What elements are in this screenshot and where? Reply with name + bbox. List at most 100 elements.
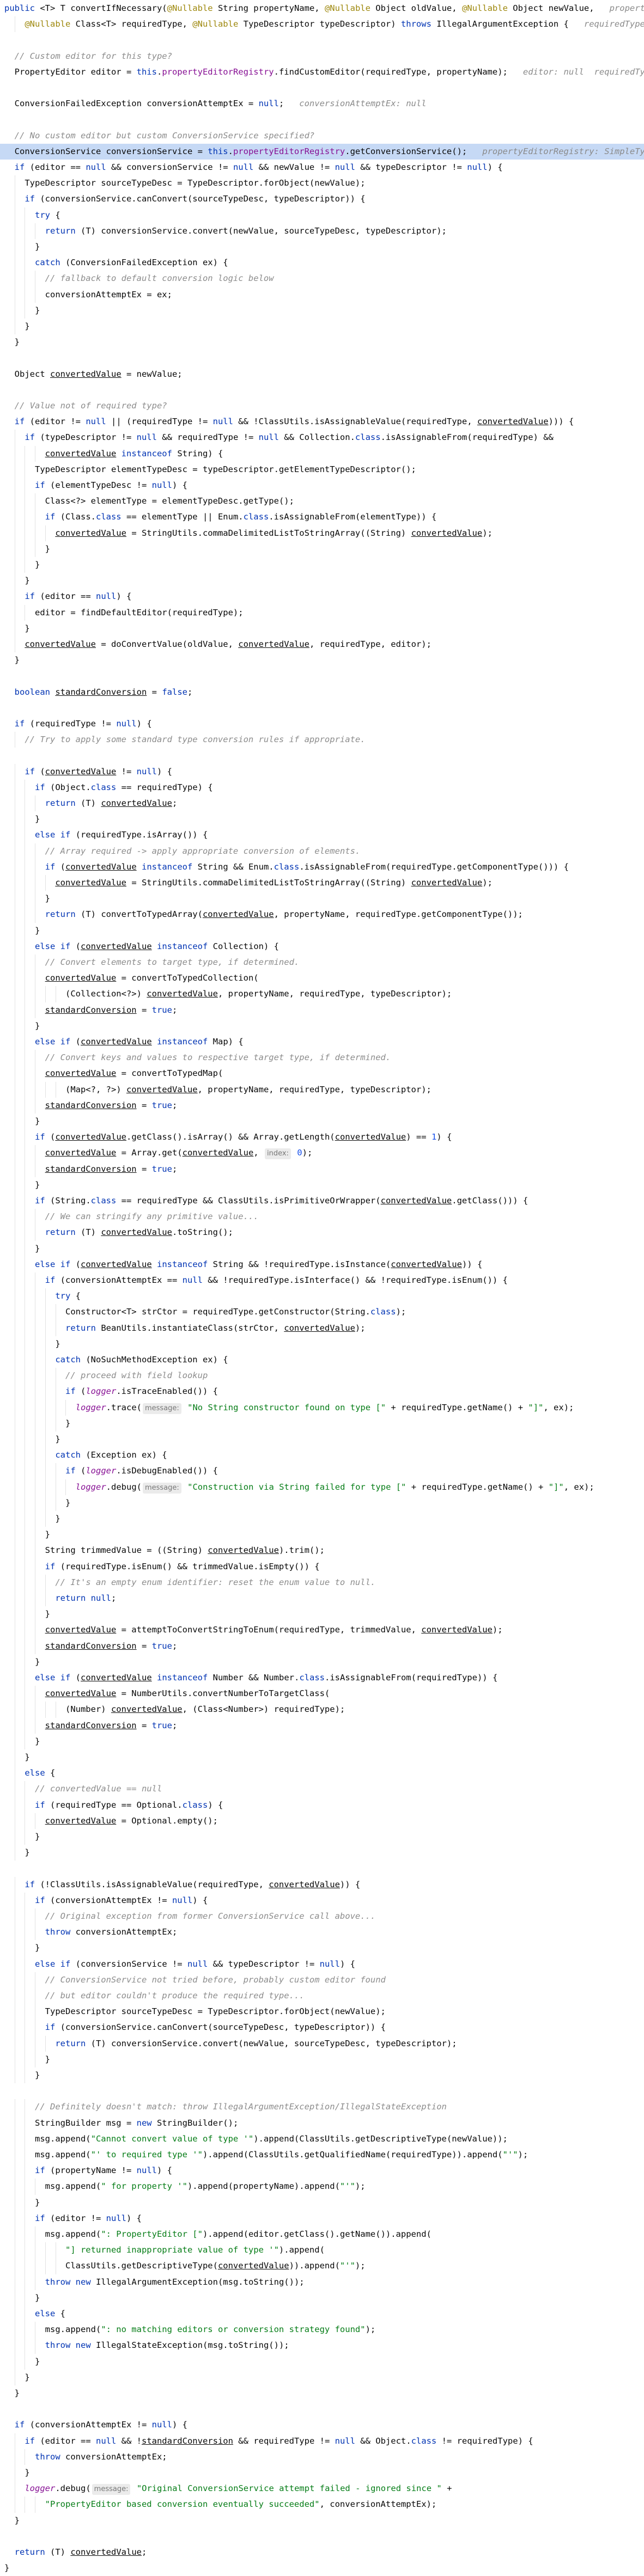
code-line[interactable]: Constructor<T> strCtor = requiredType.ge… bbox=[0, 1304, 644, 1320]
code-line[interactable] bbox=[0, 748, 644, 763]
code-line[interactable]: } bbox=[0, 303, 644, 319]
code-line[interactable]: // Original exception from former Conver… bbox=[0, 1908, 644, 1924]
code-line[interactable]: } bbox=[0, 1018, 644, 1034]
code-line[interactable]: return (T) convertedValue; bbox=[0, 796, 644, 811]
code-line[interactable]: throw new IllegalStateException(msg.toSt… bbox=[0, 2338, 644, 2353]
code-line[interactable]: public <T> T convertIfNecessary(@Nullabl… bbox=[0, 1, 644, 16]
code-line[interactable] bbox=[0, 80, 644, 96]
code-line[interactable]: } bbox=[0, 2195, 644, 2211]
code-line[interactable]: return BeanUtils.instantiateClass(strCto… bbox=[0, 1320, 644, 1336]
code-line[interactable]: } bbox=[0, 1845, 644, 1861]
code-line[interactable]: if (elementTypeDesc != null) { bbox=[0, 478, 644, 493]
code-line[interactable]: } bbox=[0, 1829, 644, 1845]
code-line[interactable]: } bbox=[0, 2385, 644, 2401]
code-line[interactable]: // Value not of required type? bbox=[0, 398, 644, 414]
code-line[interactable]: convertedValue = convertToTypedMap( bbox=[0, 1066, 644, 1081]
code-line[interactable]: // It's an empty enum identifier: reset … bbox=[0, 1575, 644, 1590]
code-line[interactable]: } bbox=[0, 621, 644, 637]
code-line[interactable]: msg.append("Cannot convert value of type… bbox=[0, 2131, 644, 2147]
code-line[interactable]: if (convertedValue instanceof String && … bbox=[0, 859, 644, 875]
code-line[interactable]: } bbox=[0, 1734, 644, 1749]
code-line[interactable]: Class<?> elementType = elementTypeDesc.g… bbox=[0, 493, 644, 509]
code-line[interactable]: try { bbox=[0, 1288, 644, 1304]
code-line[interactable]: standardConversion = true; bbox=[0, 1002, 644, 1018]
code-line[interactable]: return null; bbox=[0, 1590, 644, 1606]
code-line[interactable]: // Convert elements to target type, if d… bbox=[0, 954, 644, 970]
code-line[interactable]: else if (convertedValue instanceof Strin… bbox=[0, 1257, 644, 1272]
code-line[interactable]: if (Class.class == elementType || Enum.c… bbox=[0, 509, 644, 525]
code-line[interactable] bbox=[0, 1861, 644, 1876]
code-line[interactable] bbox=[0, 382, 644, 398]
code-line[interactable]: // Try to apply some standard type conve… bbox=[0, 732, 644, 748]
code-line[interactable]: } bbox=[0, 2513, 644, 2529]
code-line[interactable]: if (conversionService.canConvert(sourceT… bbox=[0, 2020, 644, 2035]
code-line[interactable] bbox=[0, 32, 644, 48]
code-line[interactable] bbox=[0, 2083, 644, 2099]
code-line[interactable]: // Array required -> apply appropriate c… bbox=[0, 843, 644, 859]
code-line[interactable]: } bbox=[0, 334, 644, 350]
code-line[interactable]: if (requiredType != null) { bbox=[0, 716, 644, 732]
code-line[interactable] bbox=[0, 2401, 644, 2417]
code-line[interactable]: logger.debug(message: "Construction via … bbox=[0, 1479, 644, 1495]
code-line[interactable]: StringBuilder msg = new StringBuilder(); bbox=[0, 2115, 644, 2131]
code-line[interactable]: String trimmedValue = ((String) converte… bbox=[0, 1543, 644, 1558]
code-line[interactable]: } bbox=[0, 1654, 644, 1670]
code-line[interactable]: else { bbox=[0, 1765, 644, 1781]
code-line[interactable]: return (T) conversionService.convert(new… bbox=[0, 2036, 644, 2052]
code-line[interactable]: // Definitely doesn't match: throw Illeg… bbox=[0, 2099, 644, 2115]
code-line[interactable]: msg.append(": PropertyEditor [").append(… bbox=[0, 2226, 644, 2242]
code-line[interactable] bbox=[0, 350, 644, 366]
code-line[interactable]: } bbox=[0, 811, 644, 827]
code-line[interactable]: if (editor != null) { bbox=[0, 2211, 644, 2226]
code-line[interactable]: // ConversionService not tried before, p… bbox=[0, 1972, 644, 1988]
code-line[interactable]: if (propertyName != null) { bbox=[0, 2163, 644, 2179]
code-line[interactable]: } bbox=[0, 1527, 644, 1543]
code-line[interactable]: ConversionFailedException conversionAtte… bbox=[0, 96, 644, 112]
code-line[interactable]: return (T) conversionService.convert(new… bbox=[0, 223, 644, 239]
code-line[interactable]: convertedValue = StringUtils.commaDelimi… bbox=[0, 525, 644, 541]
code-line[interactable]: } bbox=[0, 541, 644, 557]
code-line[interactable]: } bbox=[0, 1940, 644, 1956]
code-line[interactable]: } bbox=[0, 2052, 644, 2067]
code-line[interactable]: try { bbox=[0, 207, 644, 223]
code-line[interactable]: throw new IllegalArgumentException(msg.t… bbox=[0, 2274, 644, 2290]
code-line[interactable]: convertedValue = Optional.empty(); bbox=[0, 1813, 644, 1829]
code-line[interactable]: if (Object.class == requiredType) { bbox=[0, 780, 644, 796]
code-line[interactable]: if (typeDescriptor != null && requiredTy… bbox=[0, 430, 644, 445]
code-editor[interactable]: public <T> T convertIfNecessary(@Nullabl… bbox=[0, 0, 644, 2573]
code-line[interactable]: } bbox=[0, 1495, 644, 1511]
code-line[interactable]: if (convertedValue != null) { bbox=[0, 764, 644, 780]
code-line[interactable]: conversionAttemptEx = ex; bbox=[0, 287, 644, 303]
code-line[interactable]: convertedValue = NumberUtils.convertNumb… bbox=[0, 1686, 644, 1702]
code-line[interactable]: // Convert keys and values to respective… bbox=[0, 1050, 644, 1066]
code-line[interactable]: if (editor == null) { bbox=[0, 589, 644, 604]
code-line[interactable]: ClassUtils.getDescriptiveType(convertedV… bbox=[0, 2258, 644, 2274]
code-line[interactable]: } bbox=[0, 2370, 644, 2385]
code-line[interactable]: } bbox=[0, 239, 644, 255]
code-line[interactable]: } bbox=[0, 652, 644, 668]
code-line[interactable]: else if (requiredType.isArray()) { bbox=[0, 827, 644, 843]
code-line[interactable]: // proceed with field lookup bbox=[0, 1368, 644, 1384]
code-line[interactable]: } bbox=[0, 557, 644, 573]
code-line[interactable]: convertedValue instanceof String) { bbox=[0, 446, 644, 462]
code-line[interactable]: standardConversion = true; bbox=[0, 1098, 644, 1113]
code-line[interactable]: } bbox=[0, 1606, 644, 1622]
code-line[interactable] bbox=[0, 700, 644, 716]
code-line[interactable]: if (conversionAttemptEx != null) { bbox=[0, 1893, 644, 1908]
code-line[interactable]: if (logger.isTraceEnabled()) { bbox=[0, 1384, 644, 1399]
code-line[interactable]: } bbox=[0, 1177, 644, 1193]
code-line[interactable]: standardConversion = true; bbox=[0, 1718, 644, 1734]
code-line[interactable]: if (conversionService.canConvert(sourceT… bbox=[0, 191, 644, 207]
code-line[interactable]: msg.append(": no matching editors or con… bbox=[0, 2322, 644, 2338]
code-line[interactable]: Object convertedValue = newValue; bbox=[0, 366, 644, 382]
code-line[interactable]: } bbox=[0, 319, 644, 334]
code-line[interactable] bbox=[0, 112, 644, 127]
code-line[interactable]: // convertedValue == null bbox=[0, 1781, 644, 1797]
code-line[interactable]: convertedValue = doConvertValue(oldValue… bbox=[0, 637, 644, 652]
code-line[interactable]: // fallback to default conversion logic … bbox=[0, 271, 644, 286]
code-line[interactable]: (Collection<?>) convertedValue, property… bbox=[0, 986, 644, 1002]
code-line[interactable]: if (convertedValue.getClass().isArray() … bbox=[0, 1129, 644, 1145]
code-line[interactable]: return (T) convertedValue.toString(); bbox=[0, 1225, 644, 1240]
code-line[interactable] bbox=[0, 2529, 644, 2544]
code-line[interactable]: logger.trace(message: "No String constru… bbox=[0, 1400, 644, 1416]
